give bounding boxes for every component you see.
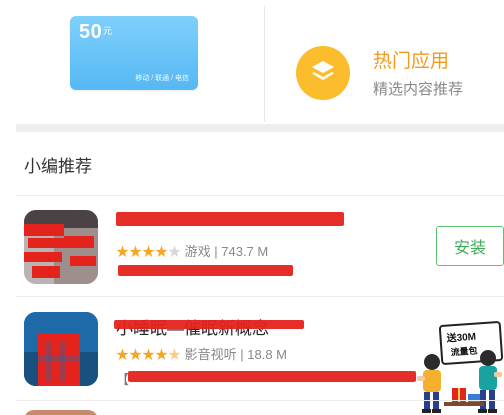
recharge-unit: 元 xyxy=(103,27,113,37)
data-recharge-card[interactable]: 50 元 移动 / 联通 / 电信 xyxy=(70,16,198,90)
app-meta-2: ★★★★★ 影音视听 | 18.8 M xyxy=(116,344,287,363)
divider xyxy=(16,400,504,401)
hot-apps-subtitle: 精选内容推荐 xyxy=(373,81,464,98)
redaction-strike xyxy=(114,320,304,329)
redacted-app-desc xyxy=(128,371,416,382)
rating-stars-empty: ★ xyxy=(168,244,182,259)
divider xyxy=(16,195,504,196)
recharge-amount: 50 xyxy=(79,21,103,43)
app-store-page: 50 元 移动 / 联通 / 电信 热门应用 精选内容推荐 小编推荐 ★★★★★… xyxy=(0,0,504,415)
promo-row: 50 元 移动 / 联通 / 电信 热门应用 精选内容推荐 xyxy=(0,0,504,122)
app-meta-1: ★★★★★ 游戏 | 743.7 M xyxy=(116,241,268,260)
promo-divider xyxy=(264,6,265,122)
characters-illustration xyxy=(417,350,502,413)
app-category-size: 游戏 | 743.7 M xyxy=(184,244,269,259)
app-icon-2[interactable] xyxy=(24,312,98,386)
divider xyxy=(16,296,504,297)
redacted-app-name xyxy=(116,212,344,226)
app-icon-3[interactable] xyxy=(24,410,98,415)
rating-stars: ★★★★ xyxy=(116,244,169,259)
rating-half-star: ★ xyxy=(168,347,182,362)
rating-stars: ★★★★ xyxy=(116,347,169,362)
section-separator xyxy=(16,124,504,132)
app-category-size: 影音视听 | 18.8 M xyxy=(184,347,287,362)
install-button[interactable]: 安装 xyxy=(436,226,504,266)
carrier-list: 移动 / 联通 / 电信 xyxy=(135,75,189,82)
app-icon-1[interactable] xyxy=(24,210,98,284)
hot-apps-title[interactable]: 热门应用 xyxy=(373,46,449,73)
section-title: 小编推荐 xyxy=(24,157,92,176)
layers-icon[interactable] xyxy=(296,46,350,100)
redacted-app-desc xyxy=(118,265,293,276)
